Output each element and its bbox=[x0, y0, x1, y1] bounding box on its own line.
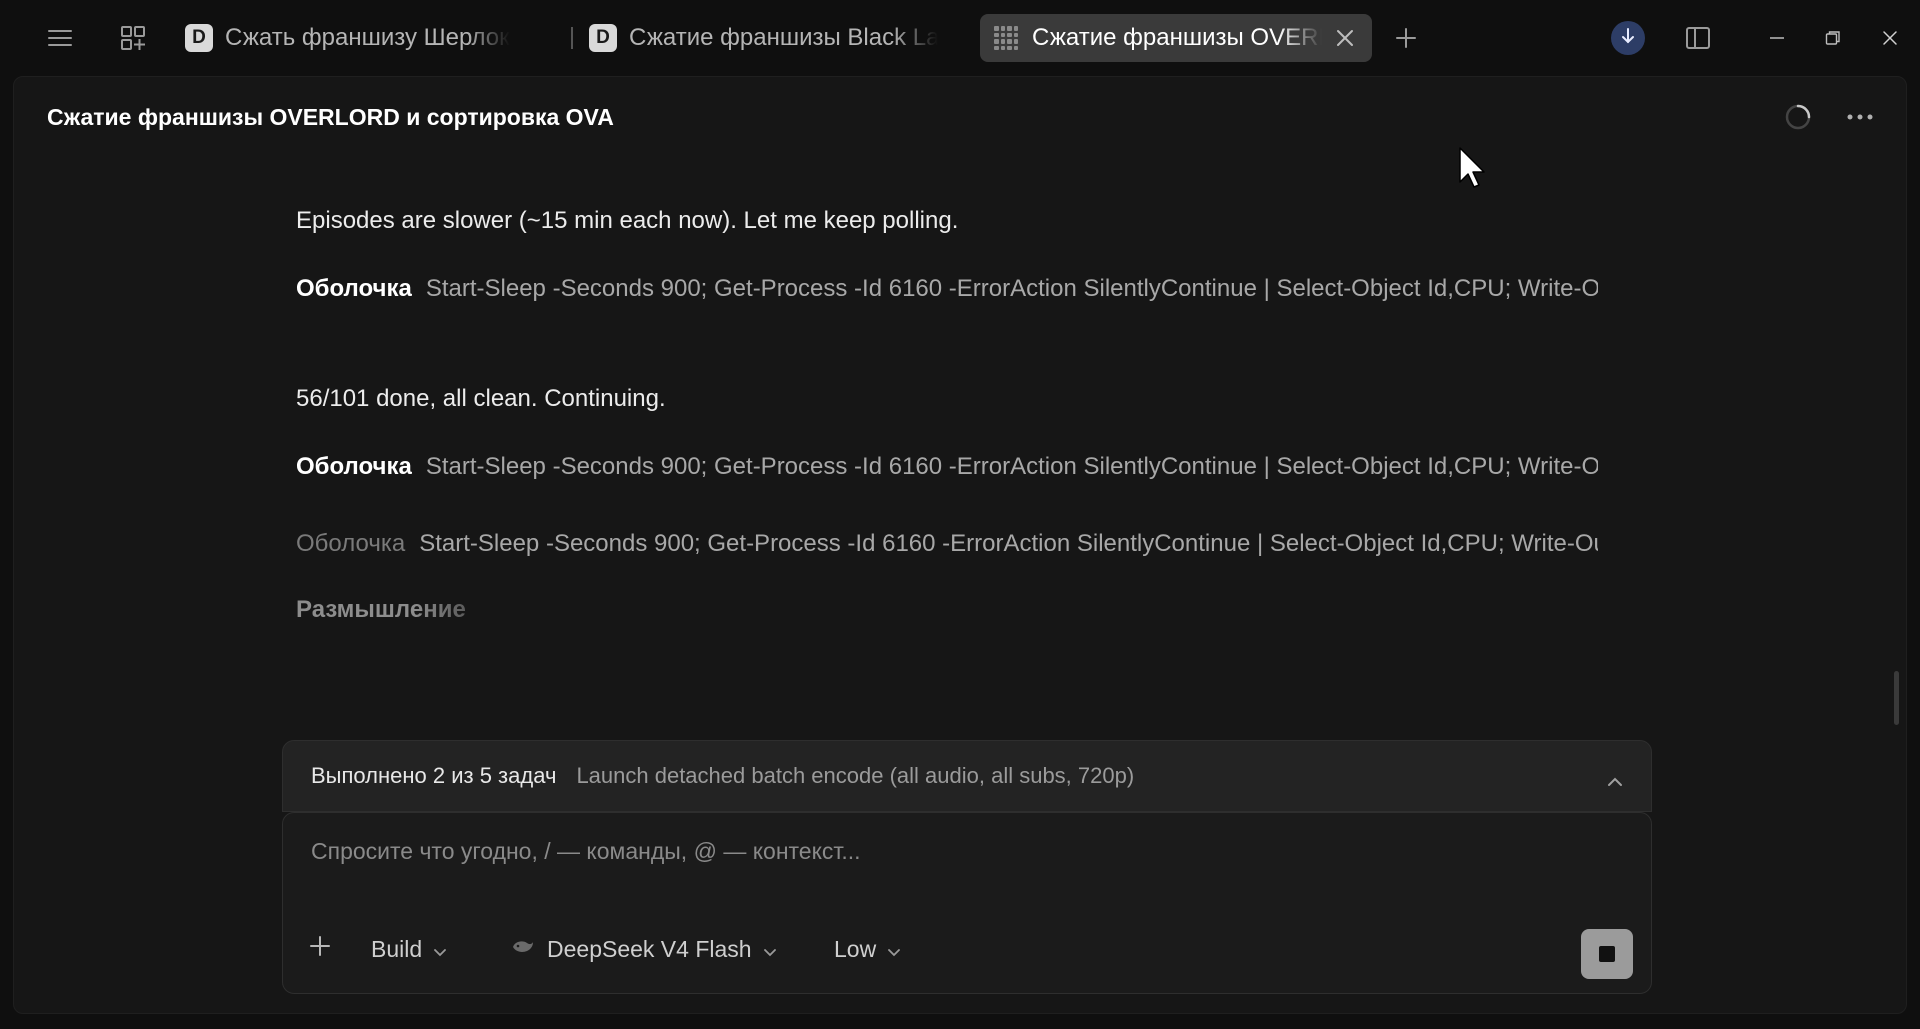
arrow-down-icon bbox=[1620, 27, 1636, 50]
close-tab-icon[interactable] bbox=[1336, 23, 1354, 54]
mode-label: Build bbox=[371, 935, 423, 962]
prompt-input[interactable] bbox=[309, 837, 1609, 866]
effort-select[interactable]: Low bbox=[834, 929, 901, 969]
thinking-indicator: Размышление bbox=[296, 596, 466, 623]
shell-command-text: Start-Sleep -Seconds 900; Get-Process -I… bbox=[425, 453, 1598, 480]
mouse-cursor-icon bbox=[1458, 146, 1488, 195]
composer: Build DeepSeek V4 Flash Low bbox=[282, 812, 1652, 994]
model-label: DeepSeek V4 Flash bbox=[547, 935, 752, 962]
whale-icon bbox=[511, 936, 535, 963]
tab-title: Сжать франшизу Шерлок bbox=[225, 24, 510, 51]
task-progress-bar[interactable]: Выполнено 2 из 5 задач Launch detached b… bbox=[282, 740, 1652, 812]
title-bar: D Сжать франшизу Шерлок D Сжатие франшиз… bbox=[0, 0, 1920, 76]
assistant-message: 56/101 done, all clean. Continuing. bbox=[296, 385, 666, 412]
tab-title: Сжатие франшизы OVERLORD и сортировка OV… bbox=[1032, 24, 1322, 51]
sidebar-toggle-icon[interactable] bbox=[1680, 20, 1716, 56]
chat-panel: Сжатие франшизы OVERLORD и сортировка OV… bbox=[13, 76, 1907, 1014]
loading-spinner-icon bbox=[1778, 97, 1818, 137]
tab-favicon: D bbox=[589, 24, 617, 52]
chevron-down-icon bbox=[763, 936, 776, 963]
scrollbar-thumb[interactable] bbox=[1894, 671, 1899, 725]
shell-command-running[interactable]: Оболочка Start-Sleep -Seconds 900; Get-Pr… bbox=[296, 530, 1598, 566]
attach-button[interactable] bbox=[309, 929, 331, 969]
download-button[interactable] bbox=[1611, 21, 1645, 55]
hamburger-icon[interactable] bbox=[42, 20, 78, 56]
restore-icon[interactable] bbox=[1815, 20, 1851, 56]
shell-command-text: Start-Sleep -Seconds 900; Get-Process -I… bbox=[425, 275, 1598, 302]
shell-command-text: Start-Sleep -Seconds 900; Get-Process -I… bbox=[419, 530, 1598, 557]
stop-icon bbox=[1599, 946, 1615, 962]
grid-plus-icon[interactable] bbox=[115, 20, 151, 56]
assistant-message: Episodes are slower (~15 min each now). … bbox=[296, 207, 959, 234]
stop-button[interactable] bbox=[1581, 929, 1633, 979]
tab-sherlock[interactable]: D Сжать франшизу Шерлок bbox=[173, 14, 553, 62]
plus-icon bbox=[309, 935, 331, 963]
tab-title: Сжатие франшизы Black Lagoon bbox=[629, 24, 938, 51]
tab-black-lagoon[interactable]: D Сжатие франшизы Black Lagoon bbox=[577, 14, 950, 62]
tab-favicon: D bbox=[185, 24, 213, 52]
shell-command[interactable]: Оболочка Start-Sleep -Seconds 900; Get-Pr… bbox=[296, 275, 1598, 311]
effort-label: Low bbox=[834, 935, 877, 962]
tab-overlord[interactable]: Сжатие франшизы OVERLORD и сортировка OV… bbox=[980, 14, 1372, 62]
model-select[interactable]: DeepSeek V4 Flash bbox=[511, 929, 776, 969]
shell-command[interactable]: Оболочка Start-Sleep -Seconds 900; Get-Pr… bbox=[296, 453, 1598, 489]
shell-label: Оболочка bbox=[296, 453, 412, 480]
chevron-up-icon[interactable] bbox=[1607, 767, 1623, 793]
shell-label: Оболочка bbox=[296, 530, 406, 557]
chevron-down-icon bbox=[888, 936, 901, 963]
tab-divider bbox=[571, 27, 573, 49]
ellipsis-icon[interactable] bbox=[1840, 97, 1880, 137]
minimize-icon[interactable] bbox=[1759, 20, 1795, 56]
current-task: Launch detached batch encode (all audio,… bbox=[576, 763, 1135, 788]
chevron-down-icon bbox=[434, 936, 447, 963]
page-title: Сжатие франшизы OVERLORD и сортировка OV… bbox=[47, 104, 614, 130]
mode-select[interactable]: Build bbox=[371, 929, 447, 969]
shell-label: Оболочка bbox=[296, 275, 412, 302]
loading-grid-icon bbox=[992, 24, 1020, 52]
task-count: Выполнено 2 из 5 задач bbox=[311, 763, 557, 788]
close-window-icon[interactable] bbox=[1872, 20, 1908, 56]
plus-icon[interactable] bbox=[1388, 20, 1424, 56]
